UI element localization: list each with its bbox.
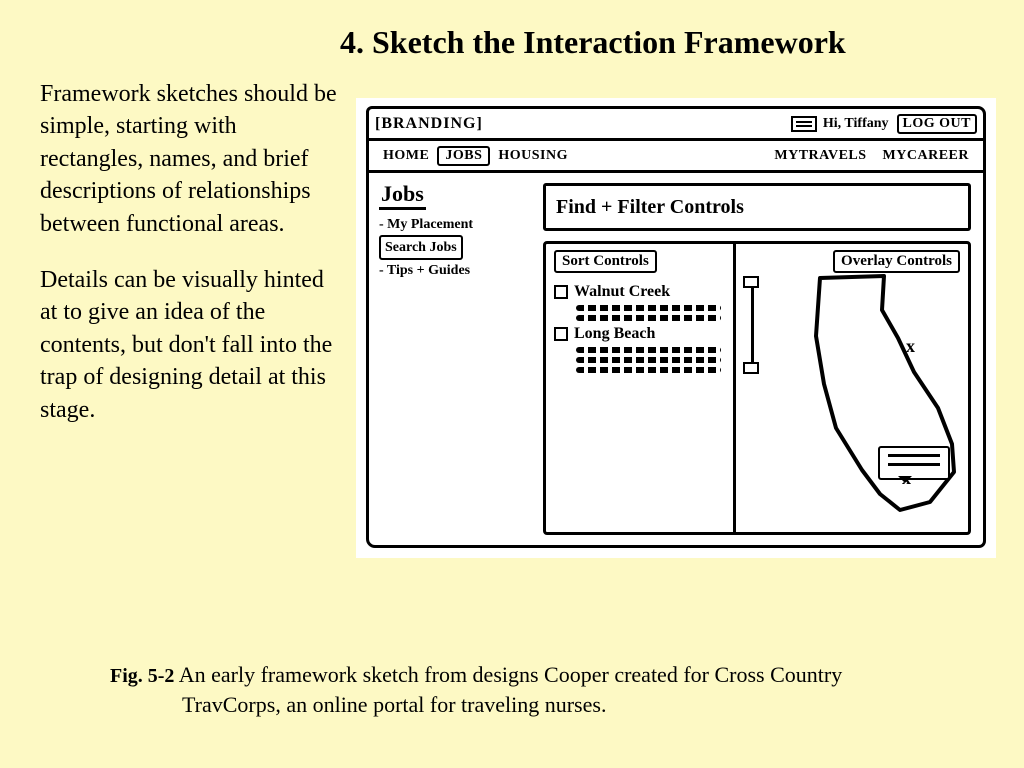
- result-label: Walnut Creek: [574, 283, 670, 301]
- svg-text:x: x: [906, 336, 915, 356]
- overlay-controls-head[interactable]: Overlay Controls: [833, 250, 960, 273]
- map-zoom-slider[interactable]: [742, 280, 764, 370]
- sketch-sidebar: Jobs - My Placement Search Jobs - Tips +…: [369, 173, 539, 545]
- slide-title: 4. Sketch the Interaction Framework: [340, 24, 1000, 61]
- figure: [BRANDING] Hi, Tiffany Log Out Home Jobs…: [356, 98, 996, 558]
- placeholder-line: [576, 315, 721, 321]
- sketch-nav: Home Jobs Housing MyTravels MyCareer: [369, 141, 983, 173]
- greeting-text: Hi, Tiffany: [823, 116, 889, 132]
- result-label: Long Beach: [574, 325, 655, 343]
- slider-handle-icon[interactable]: [743, 276, 759, 288]
- nav-career[interactable]: MyCareer: [875, 148, 977, 164]
- sidebar-item-tips[interactable]: - Tips + Guides: [379, 260, 533, 281]
- paragraph-1: Framework sketches should be simple, sta…: [40, 78, 340, 240]
- map-callout: [878, 446, 950, 480]
- nav-jobs[interactable]: Jobs: [437, 146, 490, 166]
- find-filter-label: Find + Filter Controls: [556, 196, 744, 219]
- sketch-body: Jobs - My Placement Search Jobs - Tips +…: [369, 173, 983, 545]
- placeholder-line: [576, 357, 721, 363]
- result-long-beach[interactable]: Long Beach: [554, 325, 725, 343]
- result-walnut-creek[interactable]: Walnut Creek: [554, 283, 725, 301]
- sort-panel: Sort Controls Walnut Creek Long Beach: [546, 244, 736, 532]
- nav-travels[interactable]: MyTravels: [766, 148, 874, 164]
- sidebar-item-search[interactable]: Search Jobs: [379, 235, 463, 260]
- paragraph-2: Details can be visually hinted at to giv…: [40, 264, 340, 426]
- sort-controls-head[interactable]: Sort Controls: [554, 250, 657, 273]
- sidebar-list: - My Placement Search Jobs - Tips + Guid…: [379, 214, 533, 281]
- figure-caption: Fig. 5-2 An early framework sketch from …: [110, 660, 964, 720]
- find-filter-bar[interactable]: Find + Filter Controls: [543, 183, 971, 231]
- sketch-window: [BRANDING] Hi, Tiffany Log Out Home Jobs…: [366, 106, 986, 548]
- checkbox-icon[interactable]: [554, 285, 568, 299]
- placeholder-line: [576, 347, 721, 353]
- map-panel: Overlay Controls x x: [736, 244, 968, 532]
- branding-label: [BRANDING]: [375, 115, 483, 133]
- sidebar-item-placement[interactable]: - My Placement: [379, 214, 533, 235]
- titlebar-icon: [791, 116, 817, 132]
- placeholder-line: [576, 305, 721, 311]
- logout-button[interactable]: Log Out: [897, 114, 977, 134]
- caption-text-2: TravCorps, an online portal for travelin…: [110, 690, 964, 720]
- caption-label: Fig. 5-2: [110, 665, 174, 687]
- nav-housing[interactable]: Housing: [490, 148, 576, 164]
- placeholder-line: [576, 367, 721, 373]
- caption-text-1: An early framework sketch from designs C…: [174, 662, 842, 687]
- nav-home[interactable]: Home: [375, 148, 437, 164]
- slider-handle-icon[interactable]: [743, 362, 759, 374]
- sketch-titlebar: [BRANDING] Hi, Tiffany Log Out: [369, 109, 983, 141]
- sidebar-heading: Jobs: [379, 181, 426, 210]
- body-text: Framework sketches should be simple, sta…: [40, 78, 340, 450]
- checkbox-icon[interactable]: [554, 327, 568, 341]
- content-panels: Sort Controls Walnut Creek Long Beach: [543, 241, 971, 535]
